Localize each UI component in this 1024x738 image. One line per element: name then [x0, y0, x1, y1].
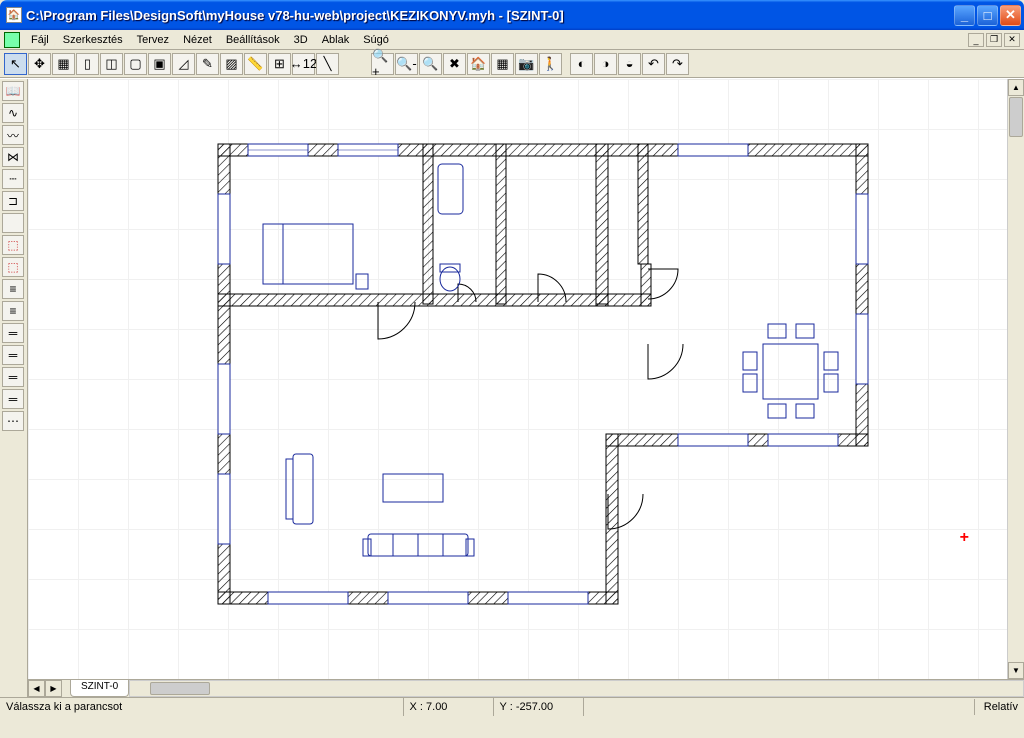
- statusbar: Válassza ki a parancsot X : 7.00 Y : -25…: [0, 697, 1024, 716]
- close-button[interactable]: ✕: [1000, 5, 1021, 26]
- hscroll-thumb[interactable]: [150, 682, 210, 695]
- tool-door[interactable]: ▢: [124, 53, 147, 75]
- side-red1[interactable]: ⬚: [2, 235, 24, 255]
- menu-file[interactable]: Fájl: [24, 32, 56, 48]
- tool-measure[interactable]: 📏: [244, 53, 267, 75]
- tool-arc1[interactable]: ◐: [570, 53, 593, 75]
- menubar: Fájl Szerkesztés Tervez Nézet Beállításo…: [0, 30, 1024, 50]
- app-icon: 🏠: [6, 7, 22, 23]
- tool-redo[interactable]: ↷: [666, 53, 689, 75]
- side-bracket[interactable]: ⊐: [2, 191, 24, 211]
- mdi-minimize-button[interactable]: _: [968, 33, 984, 47]
- hscroll-left-button[interactable]: ◀: [28, 680, 45, 697]
- menu-design[interactable]: Tervez: [130, 32, 176, 48]
- horizontal-scrollbar[interactable]: [129, 680, 1024, 697]
- side-dots[interactable]: ⋯: [2, 411, 24, 431]
- side-red2[interactable]: ⬚: [2, 257, 24, 277]
- bottom-strip: ◀ ▶ SZINT-0: [28, 679, 1024, 697]
- scroll-down-button[interactable]: ▼: [1008, 662, 1024, 679]
- vscroll-thumb[interactable]: [1009, 97, 1023, 137]
- tool-undo[interactable]: ↶: [642, 53, 665, 75]
- tool-door2[interactable]: ▣: [148, 53, 171, 75]
- side-zigzag[interactable]: 〰: [2, 125, 24, 145]
- tool-zoom-fit[interactable]: 🔍: [419, 53, 442, 75]
- tool-walkthrough[interactable]: 🚶: [539, 53, 562, 75]
- tool-dimension[interactable]: ↔12: [292, 53, 315, 75]
- scroll-up-button[interactable]: ▲: [1008, 79, 1024, 96]
- tool-move[interactable]: ✥: [28, 53, 51, 75]
- tool-rail[interactable]: ⊞: [268, 53, 291, 75]
- tool-arc2[interactable]: ◑: [594, 53, 617, 75]
- tool-zoom-out[interactable]: 🔍-: [395, 53, 418, 75]
- hscroll-right-button[interactable]: ▶: [45, 680, 62, 697]
- tool-pointer[interactable]: ↖: [4, 53, 27, 75]
- cursor-crosshair-icon: +: [960, 529, 969, 547]
- tool-draw[interactable]: ✎: [196, 53, 219, 75]
- minimize-button[interactable]: _: [954, 5, 975, 26]
- side-h1[interactable]: ≡: [2, 279, 24, 299]
- side-blank[interactable]: [2, 213, 24, 233]
- tool-zoom-in[interactable]: 🔍+: [371, 53, 394, 75]
- side-h6[interactable]: ═: [2, 389, 24, 409]
- tool-paint[interactable]: ▨: [220, 53, 243, 75]
- tool-3d-view[interactable]: 🏠: [467, 53, 490, 75]
- menu-help[interactable]: Súgó: [356, 32, 396, 48]
- tool-roof[interactable]: ◿: [172, 53, 195, 75]
- drawing-canvas[interactable]: + ▲ ▼: [28, 79, 1024, 679]
- window-titlebar: 🏠 C:\Program Files\DesignSoft\myHouse v7…: [0, 0, 1024, 30]
- sheet-tab[interactable]: SZINT-0: [70, 680, 129, 697]
- menu-window[interactable]: Ablak: [315, 32, 357, 48]
- tool-camera[interactable]: 📷: [515, 53, 538, 75]
- maximize-button[interactable]: □: [977, 5, 998, 26]
- mdi-restore-button[interactable]: ❐: [986, 33, 1002, 47]
- tool-settings[interactable]: ✖: [443, 53, 466, 75]
- vertical-scrollbar[interactable]: ▲ ▼: [1007, 79, 1024, 679]
- menu-edit[interactable]: Szerkesztés: [56, 32, 130, 48]
- side-curve[interactable]: ∿: [2, 103, 24, 123]
- tool-window[interactable]: ◫: [100, 53, 123, 75]
- mdi-close-button[interactable]: ✕: [1004, 33, 1020, 47]
- tool-line[interactable]: ╲: [316, 53, 339, 75]
- tool-column[interactable]: ▯: [76, 53, 99, 75]
- status-x: X : 7.00: [404, 698, 494, 716]
- floor-plan: [208, 134, 888, 617]
- status-y: Y : -257.00: [494, 698, 584, 716]
- menu-view[interactable]: Nézet: [176, 32, 219, 48]
- side-library[interactable]: 📖: [2, 81, 24, 101]
- side-h3[interactable]: ═: [2, 323, 24, 343]
- menu-3d[interactable]: 3D: [287, 32, 315, 48]
- side-h2[interactable]: ≡: [2, 301, 24, 321]
- menu-settings[interactable]: Beállítások: [219, 32, 287, 48]
- tool-arc3[interactable]: ◒: [618, 53, 641, 75]
- tool-render[interactable]: ▦: [491, 53, 514, 75]
- side-dash[interactable]: ┄: [2, 169, 24, 189]
- side-join[interactable]: ⋈: [2, 147, 24, 167]
- status-prompt: Válassza ki a parancsot: [0, 698, 404, 716]
- side-h5[interactable]: ═: [2, 367, 24, 387]
- tool-wall[interactable]: ▦: [52, 53, 75, 75]
- main-toolbar: ↖ ✥ ▦ ▯ ◫ ▢ ▣ ◿ ✎ ▨ 📏 ⊞ ↔12 ╲ 🔍+ 🔍- 🔍 ✖ …: [0, 50, 1024, 78]
- status-mode: Relatív: [974, 699, 1024, 715]
- window-title: C:\Program Files\DesignSoft\myHouse v78-…: [26, 8, 954, 23]
- side-toolbar: 📖 ∿ 〰 ⋈ ┄ ⊐ ⬚ ⬚ ≡ ≡ ═ ═ ═ ═ ⋯: [0, 79, 28, 697]
- side-h4[interactable]: ═: [2, 345, 24, 365]
- doc-icon: [4, 32, 20, 48]
